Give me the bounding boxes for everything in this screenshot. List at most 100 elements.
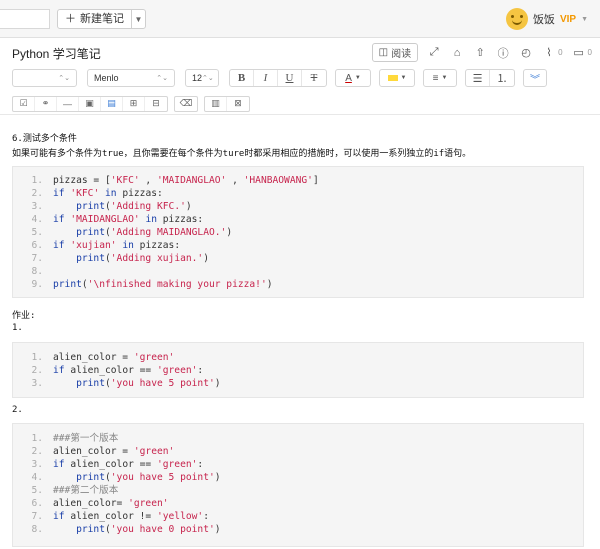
user-name[interactable]: 饭饭 [533, 11, 555, 27]
chevron-updown-icon: ⌃⌄ [58, 75, 70, 82]
paragraph-select[interactable]: ⌃⌄ [12, 69, 77, 87]
format-painter-icon[interactable]: ⊠ [227, 97, 249, 111]
italic-button[interactable]: I [254, 70, 278, 86]
code-block-icon[interactable]: ▤ [101, 96, 123, 111]
new-note-label: 新建笔记 [80, 13, 124, 25]
checkbox-icon[interactable]: ☑ [13, 96, 35, 111]
font-family-select[interactable]: Menlo ⌃⌄ [87, 69, 175, 87]
note-editor[interactable]: 6.测试多个条件 如果可能有多个条件为true，且你需要在每个条件为ture时都… [0, 117, 600, 549]
fullscreen-icon[interactable]: ⤢ [427, 46, 441, 60]
code-text[interactable]: print('you have 5 point') [53, 377, 220, 390]
code-text[interactable]: print('\nfinished making your pizza!') [53, 278, 273, 291]
line-number: 2. [31, 365, 43, 376]
font-size-select[interactable]: 12 ⌃⌄ [185, 69, 219, 87]
vip-badge: VIP [559, 13, 577, 25]
code-text[interactable]: if 'MAIDANGLAO' in pizzas: [53, 213, 203, 226]
new-note-button[interactable]: ＋ 新建笔记 ▼ [57, 9, 146, 29]
align-button[interactable]: ≡ ▼ [423, 69, 457, 87]
eraser-group: ⌫ [174, 95, 198, 112]
code-text[interactable]: print('Adding xujian.') [53, 252, 209, 265]
section-heading: 6.测试多个条件 [12, 134, 77, 144]
search-input[interactable] [0, 9, 50, 29]
code-text[interactable]: alien_color= 'green' [53, 497, 169, 510]
line-number: 8. [31, 266, 43, 277]
homework-item-2: 2. [12, 405, 23, 415]
code-text[interactable]: if alien_color == 'green': [53, 364, 203, 377]
image-icon[interactable]: ▣ [79, 96, 101, 111]
homework-label: 作业: [12, 311, 36, 321]
top-bar: ＋ 新建笔记 ▼ 饭饭 VIP ▼ [0, 0, 600, 38]
history-icon[interactable]: ◴ [519, 46, 533, 60]
code-text[interactable]: print('you have 0 point') [53, 523, 220, 536]
line-number: 3. [31, 459, 43, 470]
tag-icon[interactable]: ⌂ [450, 46, 464, 60]
share-icon[interactable]: ⇧ [473, 46, 487, 60]
chevron-updown-icon: ⌃⌄ [202, 75, 214, 82]
read-label: 阅读 [391, 49, 412, 60]
read-button[interactable]: ◫ 阅读 [371, 43, 419, 62]
line-number: 7. [31, 253, 43, 264]
info-icon[interactable]: ⓘ [496, 46, 510, 60]
template-icon[interactable]: ▥ [205, 96, 227, 111]
insert-toolbar: ☑ ⚭ — ▣ ▤ ⊞ ⊟ ⌫ ▥ ⊠ [0, 93, 600, 115]
line-number: 5. [31, 227, 43, 238]
attachment-icon[interactable]: ⌇ [542, 46, 556, 60]
strikethrough-button[interactable]: T [302, 70, 326, 86]
code-text[interactable]: if 'xujian' in pizzas: [53, 239, 180, 252]
eraser-icon[interactable]: ⌫ [175, 97, 197, 111]
code-block-1[interactable]: 1. pizzas = ['KFC' , 'MAIDANGLAO' , 'HANB… [12, 166, 584, 298]
line-number: 1. [31, 352, 43, 363]
table-icon[interactable]: ⊞ [123, 96, 145, 111]
list-group: ☰ ⒈ [465, 69, 515, 87]
code-text[interactable]: if alien_color != 'yellow': [53, 510, 209, 523]
homework-item-1: 1. [12, 323, 23, 333]
note-title[interactable]: Python 学习笔记 [12, 45, 101, 62]
new-note-dropdown[interactable]: ▼ [131, 10, 145, 28]
line-number: 9. [31, 279, 43, 290]
code-block-2[interactable]: 1. alien_color = 'green' 2. if alien_color … [12, 342, 584, 398]
bullet-list-icon[interactable]: ☰ [466, 70, 490, 86]
code-text[interactable]: alien_color = 'green' [53, 445, 174, 458]
avatar[interactable] [505, 8, 528, 30]
line-number: 2. [31, 188, 43, 199]
code-text[interactable]: if 'KFC' in pizzas: [53, 187, 163, 200]
bold-button[interactable]: B [230, 70, 254, 86]
line-number: 6. [31, 498, 43, 509]
code-text[interactable]: ###第一个版本 [53, 432, 118, 445]
attachment-count: 0 [558, 48, 563, 57]
line-number: 1. [31, 433, 43, 444]
code-text[interactable]: print('Adding MAIDANGLAO.') [53, 226, 232, 239]
code-text[interactable]: print('you have 5 point') [53, 471, 220, 484]
line-number: 2. [31, 446, 43, 457]
text-style-group: B I U T [229, 69, 327, 87]
line-number: 5. [31, 485, 43, 496]
code-block-3[interactable]: 1. ###第一个版本 2. alien_color = 'green' 3. if al… [12, 423, 584, 547]
read-icon: ◫ [378, 47, 389, 58]
expand-toolbar-button[interactable]: ︾ [523, 69, 547, 87]
font-family-value: Menlo [94, 73, 119, 83]
table-grid-icon[interactable]: ⊟ [145, 97, 167, 111]
double-chevron-down-icon: ︾ [530, 74, 540, 86]
link-icon[interactable]: ⚭ [35, 96, 57, 111]
align-left-icon: ≡ [432, 72, 439, 84]
note-actions: ◫ 阅读 ⤢ ⌂ ⇧ ⓘ ◴ ⌇ 0 ▭ 0 [371, 43, 592, 62]
code-text[interactable]: print('Adding KFC.') [53, 200, 192, 213]
user-menu[interactable]: 饭饭 VIP ▼ [505, 8, 588, 30]
font-color-button[interactable]: A ▼ [335, 69, 371, 87]
code-text[interactable]: if alien_color == 'green': [53, 458, 203, 471]
divider-icon[interactable]: — [57, 96, 79, 111]
line-number: 1. [31, 175, 43, 186]
chevron-down-icon: ▼ [400, 75, 407, 81]
code-text[interactable]: ###第二个版本 [53, 484, 118, 497]
underline-button[interactable]: U [278, 70, 302, 86]
chevron-down-icon: ▼ [354, 75, 361, 81]
comment-icon[interactable]: ▭ [572, 46, 586, 60]
new-note-main[interactable]: ＋ 新建笔记 [58, 10, 131, 28]
line-number: 7. [31, 511, 43, 522]
numbered-list-icon[interactable]: ⒈ [490, 70, 514, 86]
format-toolbar: ⌃⌄ Menlo ⌃⌄ 12 ⌃⌄ B I U T A ▼ ▼ ≡ ▼ ☰ ⒈ … [0, 66, 600, 90]
chevron-down-icon[interactable]: ▼ [581, 16, 588, 23]
code-text[interactable]: pizzas = ['KFC' , 'MAIDANGLAO' , 'HANBAO… [53, 174, 319, 187]
code-text[interactable]: alien_color = 'green' [53, 351, 174, 364]
highlight-button[interactable]: ▼ [379, 69, 415, 87]
